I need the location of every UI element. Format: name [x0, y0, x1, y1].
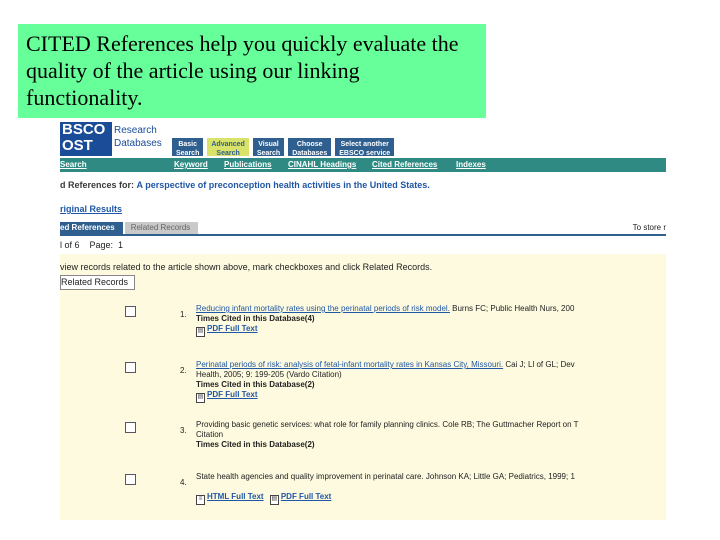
pdf-icon: ▤: [196, 393, 205, 403]
tab-select-service[interactable]: Select another EBSCO service: [335, 138, 395, 157]
record-citation: Cai J; Ll of GL; Dev: [503, 360, 575, 369]
times-cited[interactable]: Times Cited in this Database(4): [196, 314, 666, 324]
heading-prefix: d References for:: [60, 180, 135, 190]
callout-note: CITED References help you quickly evalua…: [18, 24, 486, 118]
record-checkbox[interactable]: [125, 422, 136, 433]
paging-info: l of 6 Page: 1: [60, 240, 124, 250]
toolbar-cited-references-link[interactable]: Cited References: [372, 160, 437, 169]
result-tabs: ed References Related Records: [60, 222, 199, 234]
record-citation-line2: Health, 2005; 9: 199-205 (Vardo Citation…: [196, 370, 342, 379]
record-checkbox[interactable]: [125, 474, 136, 485]
tab-advanced-search[interactable]: Advanced Search: [207, 138, 249, 157]
search-mode-tabs: Basic Search Advanced Search Visual Sear…: [172, 138, 395, 157]
tab-cited-references[interactable]: ed References: [60, 222, 123, 234]
record-number: 3.: [180, 426, 187, 435]
store-link[interactable]: To store r: [633, 223, 666, 232]
record-number: 1.: [180, 310, 187, 319]
original-results-link[interactable]: riginal Results: [60, 204, 122, 214]
pdf-full-text-link[interactable]: PDF Full Text: [207, 390, 258, 399]
record-body: State health agencies and quality improv…: [196, 472, 666, 505]
record-citation: Providing basic genetic services: what r…: [196, 420, 579, 429]
toolbar-search-link[interactable]: Search: [60, 160, 87, 169]
times-cited[interactable]: Times Cited in this Database(2): [196, 380, 666, 390]
toolbar-keyword-link[interactable]: Keyword: [174, 160, 208, 169]
tab-choose-databases[interactable]: Choose Databases: [288, 138, 332, 157]
toolbar: Search Keyword Publications CINAHL Headi…: [60, 158, 666, 172]
record-citation-line2: Citation: [196, 430, 224, 439]
toolbar-indexes-link[interactable]: Indexes: [456, 160, 486, 169]
record-number: 4.: [180, 478, 187, 487]
record-number: 2.: [180, 366, 187, 375]
times-cited[interactable]: Times Cited in this Database(2): [196, 440, 666, 450]
pdf-icon: ▤: [269, 495, 279, 505]
tab-basic-search[interactable]: Basic Search: [172, 138, 204, 157]
record-body: Providing basic genetic services: what r…: [196, 420, 666, 450]
tab-related-records[interactable]: Related Records: [124, 222, 199, 234]
ebsco-logo[interactable]: BSCO OST Research Databases: [60, 120, 168, 158]
article-title: A perspective of preconception health ac…: [136, 180, 430, 190]
tab-divider: [60, 234, 666, 236]
record-body: Perinatal periods of risk: analysis of f…: [196, 360, 666, 403]
pdf-full-text-link[interactable]: PDF Full Text: [207, 324, 258, 333]
cited-references-heading: d References for: A perspective of preco…: [60, 180, 430, 190]
results-panel: view records related to the article show…: [60, 254, 666, 520]
toolbar-publications-link[interactable]: Publications: [224, 160, 272, 169]
instruction-text: view records related to the article show…: [60, 262, 433, 272]
record-checkbox[interactable]: [125, 306, 136, 317]
record-checkbox[interactable]: [125, 362, 136, 373]
html-full-text-link[interactable]: HTML Full Text: [207, 492, 264, 501]
html-icon: ≡: [196, 495, 205, 505]
pdf-full-text-link[interactable]: PDF Full Text: [281, 492, 332, 501]
record-title-link[interactable]: Perinatal periods of risk: analysis of f…: [196, 360, 503, 369]
record-title-link[interactable]: Reducing infant mortality rates using th…: [196, 304, 450, 313]
related-records-button[interactable]: Related Records: [60, 275, 136, 290]
tab-visual-search[interactable]: Visual Search: [252, 138, 285, 157]
pdf-icon: ▤: [196, 327, 205, 337]
toolbar-cinahl-headings-link[interactable]: CINAHL Headings: [288, 160, 356, 169]
logo-text: Research Databases: [114, 125, 162, 149]
record-citation: Burns FC; Public Health Nurs, 200: [449, 304, 575, 313]
record-citation: State health agencies and quality improv…: [196, 472, 575, 481]
record-body: Reducing infant mortality rates using th…: [196, 304, 666, 337]
logo-mark: BSCO OST: [60, 122, 112, 156]
ebsco-screenshot: BSCO OST Research Databases Basic Search…: [60, 118, 666, 520]
